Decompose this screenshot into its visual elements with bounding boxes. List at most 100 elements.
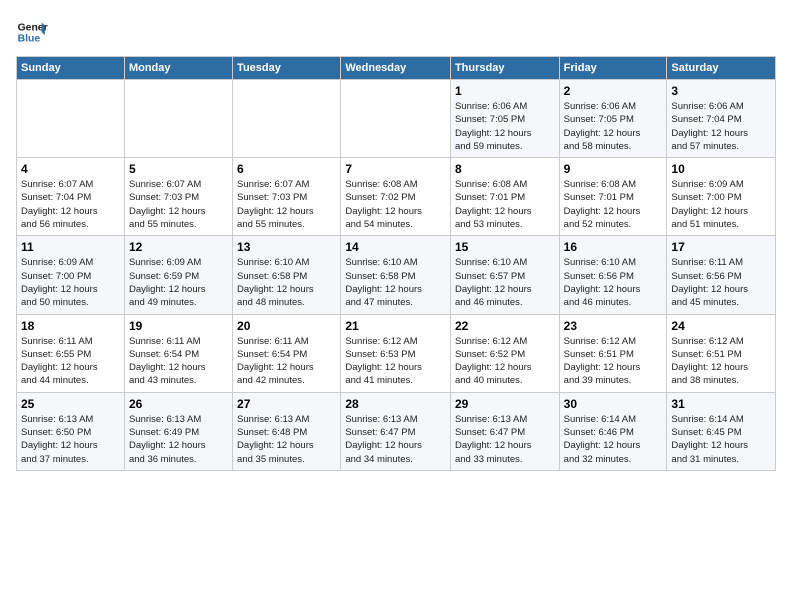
day-info: Sunrise: 6:10 AM Sunset: 6:57 PM Dayligh… bbox=[455, 256, 555, 309]
calendar-cell: 21 Sunrise: 6:12 AM Sunset: 6:53 PM Dayli… bbox=[341, 314, 451, 392]
day-number: 28 bbox=[345, 397, 446, 411]
day-number: 19 bbox=[129, 319, 228, 333]
calendar-cell: 26 Sunrise: 6:13 AM Sunset: 6:49 PM Dayli… bbox=[124, 392, 232, 470]
day-number: 7 bbox=[345, 162, 446, 176]
day-number: 10 bbox=[671, 162, 771, 176]
calendar-cell: 13Sunrise: 6:10 AM Sunset: 6:58 PM Dayli… bbox=[233, 236, 341, 314]
col-header-monday: Monday bbox=[124, 57, 232, 80]
calendar-cell bbox=[17, 80, 125, 158]
header-row: SundayMondayTuesdayWednesdayThursdayFrid… bbox=[17, 57, 776, 80]
calendar-cell: 25Sunrise: 6:13 AM Sunset: 6:50 PM Dayli… bbox=[17, 392, 125, 470]
day-number: 20 bbox=[237, 319, 336, 333]
logo: General Blue bbox=[16, 16, 48, 48]
svg-text:Blue: Blue bbox=[18, 34, 41, 45]
calendar-cell: 5 Sunrise: 6:07 AM Sunset: 7:03 PM Daylig… bbox=[124, 158, 232, 236]
day-number: 29 bbox=[455, 397, 555, 411]
day-info: Sunrise: 6:07 AM Sunset: 7:03 PM Dayligh… bbox=[129, 178, 228, 231]
calendar-week-3: 11 Sunrise: 6:09 AM Sunset: 7:00 PM Dayli… bbox=[17, 236, 776, 314]
day-info: Sunrise: 6:10 AM Sunset: 6:56 PM Dayligh… bbox=[564, 256, 663, 309]
day-number: 30 bbox=[564, 397, 663, 411]
calendar-cell: 8 Sunrise: 6:08 AM Sunset: 7:01 PM Daylig… bbox=[450, 158, 559, 236]
day-info: Sunrise: 6:12 AM Sunset: 6:51 PM Dayligh… bbox=[564, 335, 663, 388]
calendar-cell: 12 Sunrise: 6:09 AM Sunset: 6:59 PM Dayli… bbox=[124, 236, 232, 314]
calendar-cell: 17 Sunrise: 6:11 AM Sunset: 6:56 PM Dayli… bbox=[667, 236, 776, 314]
calendar-week-5: 25Sunrise: 6:13 AM Sunset: 6:50 PM Dayli… bbox=[17, 392, 776, 470]
day-info: Sunrise: 6:13 AM Sunset: 6:50 PM Dayligh… bbox=[21, 413, 120, 466]
day-info: Sunrise: 6:08 AM Sunset: 7:02 PM Dayligh… bbox=[345, 178, 446, 231]
calendar-cell: 11 Sunrise: 6:09 AM Sunset: 7:00 PM Dayli… bbox=[17, 236, 125, 314]
calendar-cell: 9 Sunrise: 6:08 AM Sunset: 7:01 PM Daylig… bbox=[559, 158, 667, 236]
calendar-cell: 20 Sunrise: 6:11 AM Sunset: 6:54 PM Dayli… bbox=[233, 314, 341, 392]
day-number: 11 bbox=[21, 240, 120, 254]
day-info: Sunrise: 6:07 AM Sunset: 7:03 PM Dayligh… bbox=[237, 178, 336, 231]
day-number: 21 bbox=[345, 319, 446, 333]
day-info: Sunrise: 6:06 AM Sunset: 7:05 PM Dayligh… bbox=[564, 100, 663, 153]
day-info: Sunrise: 6:12 AM Sunset: 6:53 PM Dayligh… bbox=[345, 335, 446, 388]
day-info: Sunrise: 6:10 AM Sunset: 6:58 PM Dayligh… bbox=[237, 256, 336, 309]
col-header-tuesday: Tuesday bbox=[233, 57, 341, 80]
calendar-week-2: 4 Sunrise: 6:07 AM Sunset: 7:04 PM Daylig… bbox=[17, 158, 776, 236]
day-number: 9 bbox=[564, 162, 663, 176]
calendar-cell bbox=[124, 80, 232, 158]
day-info: Sunrise: 6:06 AM Sunset: 7:04 PM Dayligh… bbox=[671, 100, 771, 153]
day-info: Sunrise: 6:13 AM Sunset: 6:48 PM Dayligh… bbox=[237, 413, 336, 466]
page-header: General Blue bbox=[16, 16, 776, 48]
day-info: Sunrise: 6:13 AM Sunset: 6:49 PM Dayligh… bbox=[129, 413, 228, 466]
col-header-friday: Friday bbox=[559, 57, 667, 80]
day-number: 22 bbox=[455, 319, 555, 333]
day-info: Sunrise: 6:09 AM Sunset: 7:00 PM Dayligh… bbox=[21, 256, 120, 309]
calendar-cell: 31 Sunrise: 6:14 AM Sunset: 6:45 PM Dayli… bbox=[667, 392, 776, 470]
day-info: Sunrise: 6:06 AM Sunset: 7:05 PM Dayligh… bbox=[455, 100, 555, 153]
day-number: 14 bbox=[345, 240, 446, 254]
day-info: Sunrise: 6:13 AM Sunset: 6:47 PM Dayligh… bbox=[345, 413, 446, 466]
day-number: 17 bbox=[671, 240, 771, 254]
calendar-cell: 2Sunrise: 6:06 AM Sunset: 7:05 PM Daylig… bbox=[559, 80, 667, 158]
calendar-week-1: 1 Sunrise: 6:06 AM Sunset: 7:05 PM Daylig… bbox=[17, 80, 776, 158]
day-info: Sunrise: 6:08 AM Sunset: 7:01 PM Dayligh… bbox=[564, 178, 663, 231]
day-number: 12 bbox=[129, 240, 228, 254]
col-header-wednesday: Wednesday bbox=[341, 57, 451, 80]
day-info: Sunrise: 6:11 AM Sunset: 6:56 PM Dayligh… bbox=[671, 256, 771, 309]
calendar-cell: 7 Sunrise: 6:08 AM Sunset: 7:02 PM Daylig… bbox=[341, 158, 451, 236]
calendar-cell: 15 Sunrise: 6:10 AM Sunset: 6:57 PM Dayli… bbox=[450, 236, 559, 314]
day-info: Sunrise: 6:07 AM Sunset: 7:04 PM Dayligh… bbox=[21, 178, 120, 231]
day-info: Sunrise: 6:11 AM Sunset: 6:54 PM Dayligh… bbox=[129, 335, 228, 388]
calendar-cell: 10 Sunrise: 6:09 AM Sunset: 7:00 PM Dayli… bbox=[667, 158, 776, 236]
col-header-sunday: Sunday bbox=[17, 57, 125, 80]
day-info: Sunrise: 6:14 AM Sunset: 6:45 PM Dayligh… bbox=[671, 413, 771, 466]
day-info: Sunrise: 6:11 AM Sunset: 6:55 PM Dayligh… bbox=[21, 335, 120, 388]
day-info: Sunrise: 6:09 AM Sunset: 7:00 PM Dayligh… bbox=[671, 178, 771, 231]
day-number: 1 bbox=[455, 84, 555, 98]
day-number: 24 bbox=[671, 319, 771, 333]
day-number: 26 bbox=[129, 397, 228, 411]
calendar-cell bbox=[341, 80, 451, 158]
day-info: Sunrise: 6:12 AM Sunset: 6:51 PM Dayligh… bbox=[671, 335, 771, 388]
logo-icon: General Blue bbox=[16, 16, 48, 48]
day-number: 4 bbox=[21, 162, 120, 176]
calendar-cell: 6Sunrise: 6:07 AM Sunset: 7:03 PM Daylig… bbox=[233, 158, 341, 236]
day-number: 15 bbox=[455, 240, 555, 254]
day-info: Sunrise: 6:10 AM Sunset: 6:58 PM Dayligh… bbox=[345, 256, 446, 309]
calendar-cell: 19 Sunrise: 6:11 AM Sunset: 6:54 PM Dayli… bbox=[124, 314, 232, 392]
day-number: 8 bbox=[455, 162, 555, 176]
day-info: Sunrise: 6:11 AM Sunset: 6:54 PM Dayligh… bbox=[237, 335, 336, 388]
calendar-cell: 30Sunrise: 6:14 AM Sunset: 6:46 PM Dayli… bbox=[559, 392, 667, 470]
day-info: Sunrise: 6:13 AM Sunset: 6:47 PM Dayligh… bbox=[455, 413, 555, 466]
day-number: 5 bbox=[129, 162, 228, 176]
calendar-cell: 24 Sunrise: 6:12 AM Sunset: 6:51 PM Dayli… bbox=[667, 314, 776, 392]
day-number: 18 bbox=[21, 319, 120, 333]
day-number: 23 bbox=[564, 319, 663, 333]
calendar-table: SundayMondayTuesdayWednesdayThursdayFrid… bbox=[16, 56, 776, 471]
col-header-saturday: Saturday bbox=[667, 57, 776, 80]
day-info: Sunrise: 6:08 AM Sunset: 7:01 PM Dayligh… bbox=[455, 178, 555, 231]
calendar-cell: 27 Sunrise: 6:13 AM Sunset: 6:48 PM Dayli… bbox=[233, 392, 341, 470]
day-number: 31 bbox=[671, 397, 771, 411]
calendar-week-4: 18 Sunrise: 6:11 AM Sunset: 6:55 PM Dayli… bbox=[17, 314, 776, 392]
calendar-cell: 22Sunrise: 6:12 AM Sunset: 6:52 PM Dayli… bbox=[450, 314, 559, 392]
day-info: Sunrise: 6:09 AM Sunset: 6:59 PM Dayligh… bbox=[129, 256, 228, 309]
day-number: 27 bbox=[237, 397, 336, 411]
calendar-cell: 18 Sunrise: 6:11 AM Sunset: 6:55 PM Dayli… bbox=[17, 314, 125, 392]
calendar-cell bbox=[233, 80, 341, 158]
day-number: 3 bbox=[671, 84, 771, 98]
calendar-cell: 4 Sunrise: 6:07 AM Sunset: 7:04 PM Daylig… bbox=[17, 158, 125, 236]
